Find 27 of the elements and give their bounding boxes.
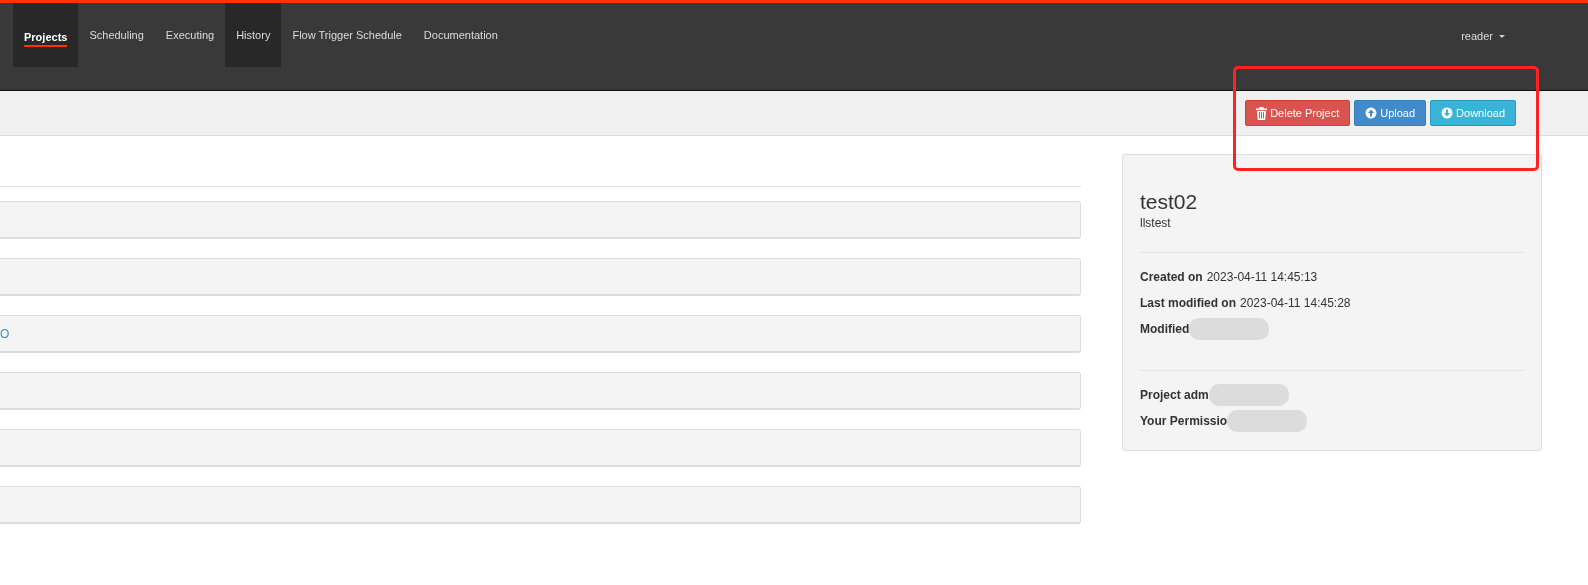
detail-value: 2023-04-11 14:45:13 — [1206, 270, 1318, 284]
nav-tab[interactable]: Documentation — [412, 3, 509, 67]
nav-tab[interactable]: Scheduling — [78, 3, 155, 67]
detail-label: Modified — [1140, 322, 1190, 336]
nav-tab[interactable]: Projects — [13, 3, 79, 67]
flow-row[interactable] — [0, 429, 1081, 467]
flow-row[interactable] — [0, 372, 1081, 410]
access-label: Project adm — [1140, 388, 1209, 402]
download-icon — [1441, 107, 1454, 119]
user-menu[interactable]: reader — [1461, 30, 1505, 42]
flow-row[interactable] — [0, 201, 1081, 239]
access-label: Your Permissio — [1140, 414, 1228, 428]
caret-icon — [1499, 34, 1505, 38]
flow-row[interactable] — [0, 486, 1081, 524]
upload-icon — [1365, 107, 1378, 119]
project-name: test02 — [1140, 190, 1199, 214]
detail-value: 2023-04-11 14:45:28 — [1240, 296, 1351, 310]
trash-icon — [1256, 106, 1268, 120]
flow-row[interactable] — [0, 258, 1081, 296]
project-description: llstest — [1140, 216, 1172, 230]
nav-tab[interactable]: Flow Trigger Schedule — [281, 3, 413, 67]
detail-label: Created on — [1140, 270, 1203, 284]
nav-tab[interactable]: History — [225, 3, 282, 67]
detail-label: Last modified on — [1140, 296, 1236, 310]
upload-button[interactable]: Upload — [1354, 100, 1427, 126]
nav-tab[interactable]: Executing — [154, 3, 226, 67]
delete-button[interactable]: Delete Project — [1245, 100, 1351, 126]
